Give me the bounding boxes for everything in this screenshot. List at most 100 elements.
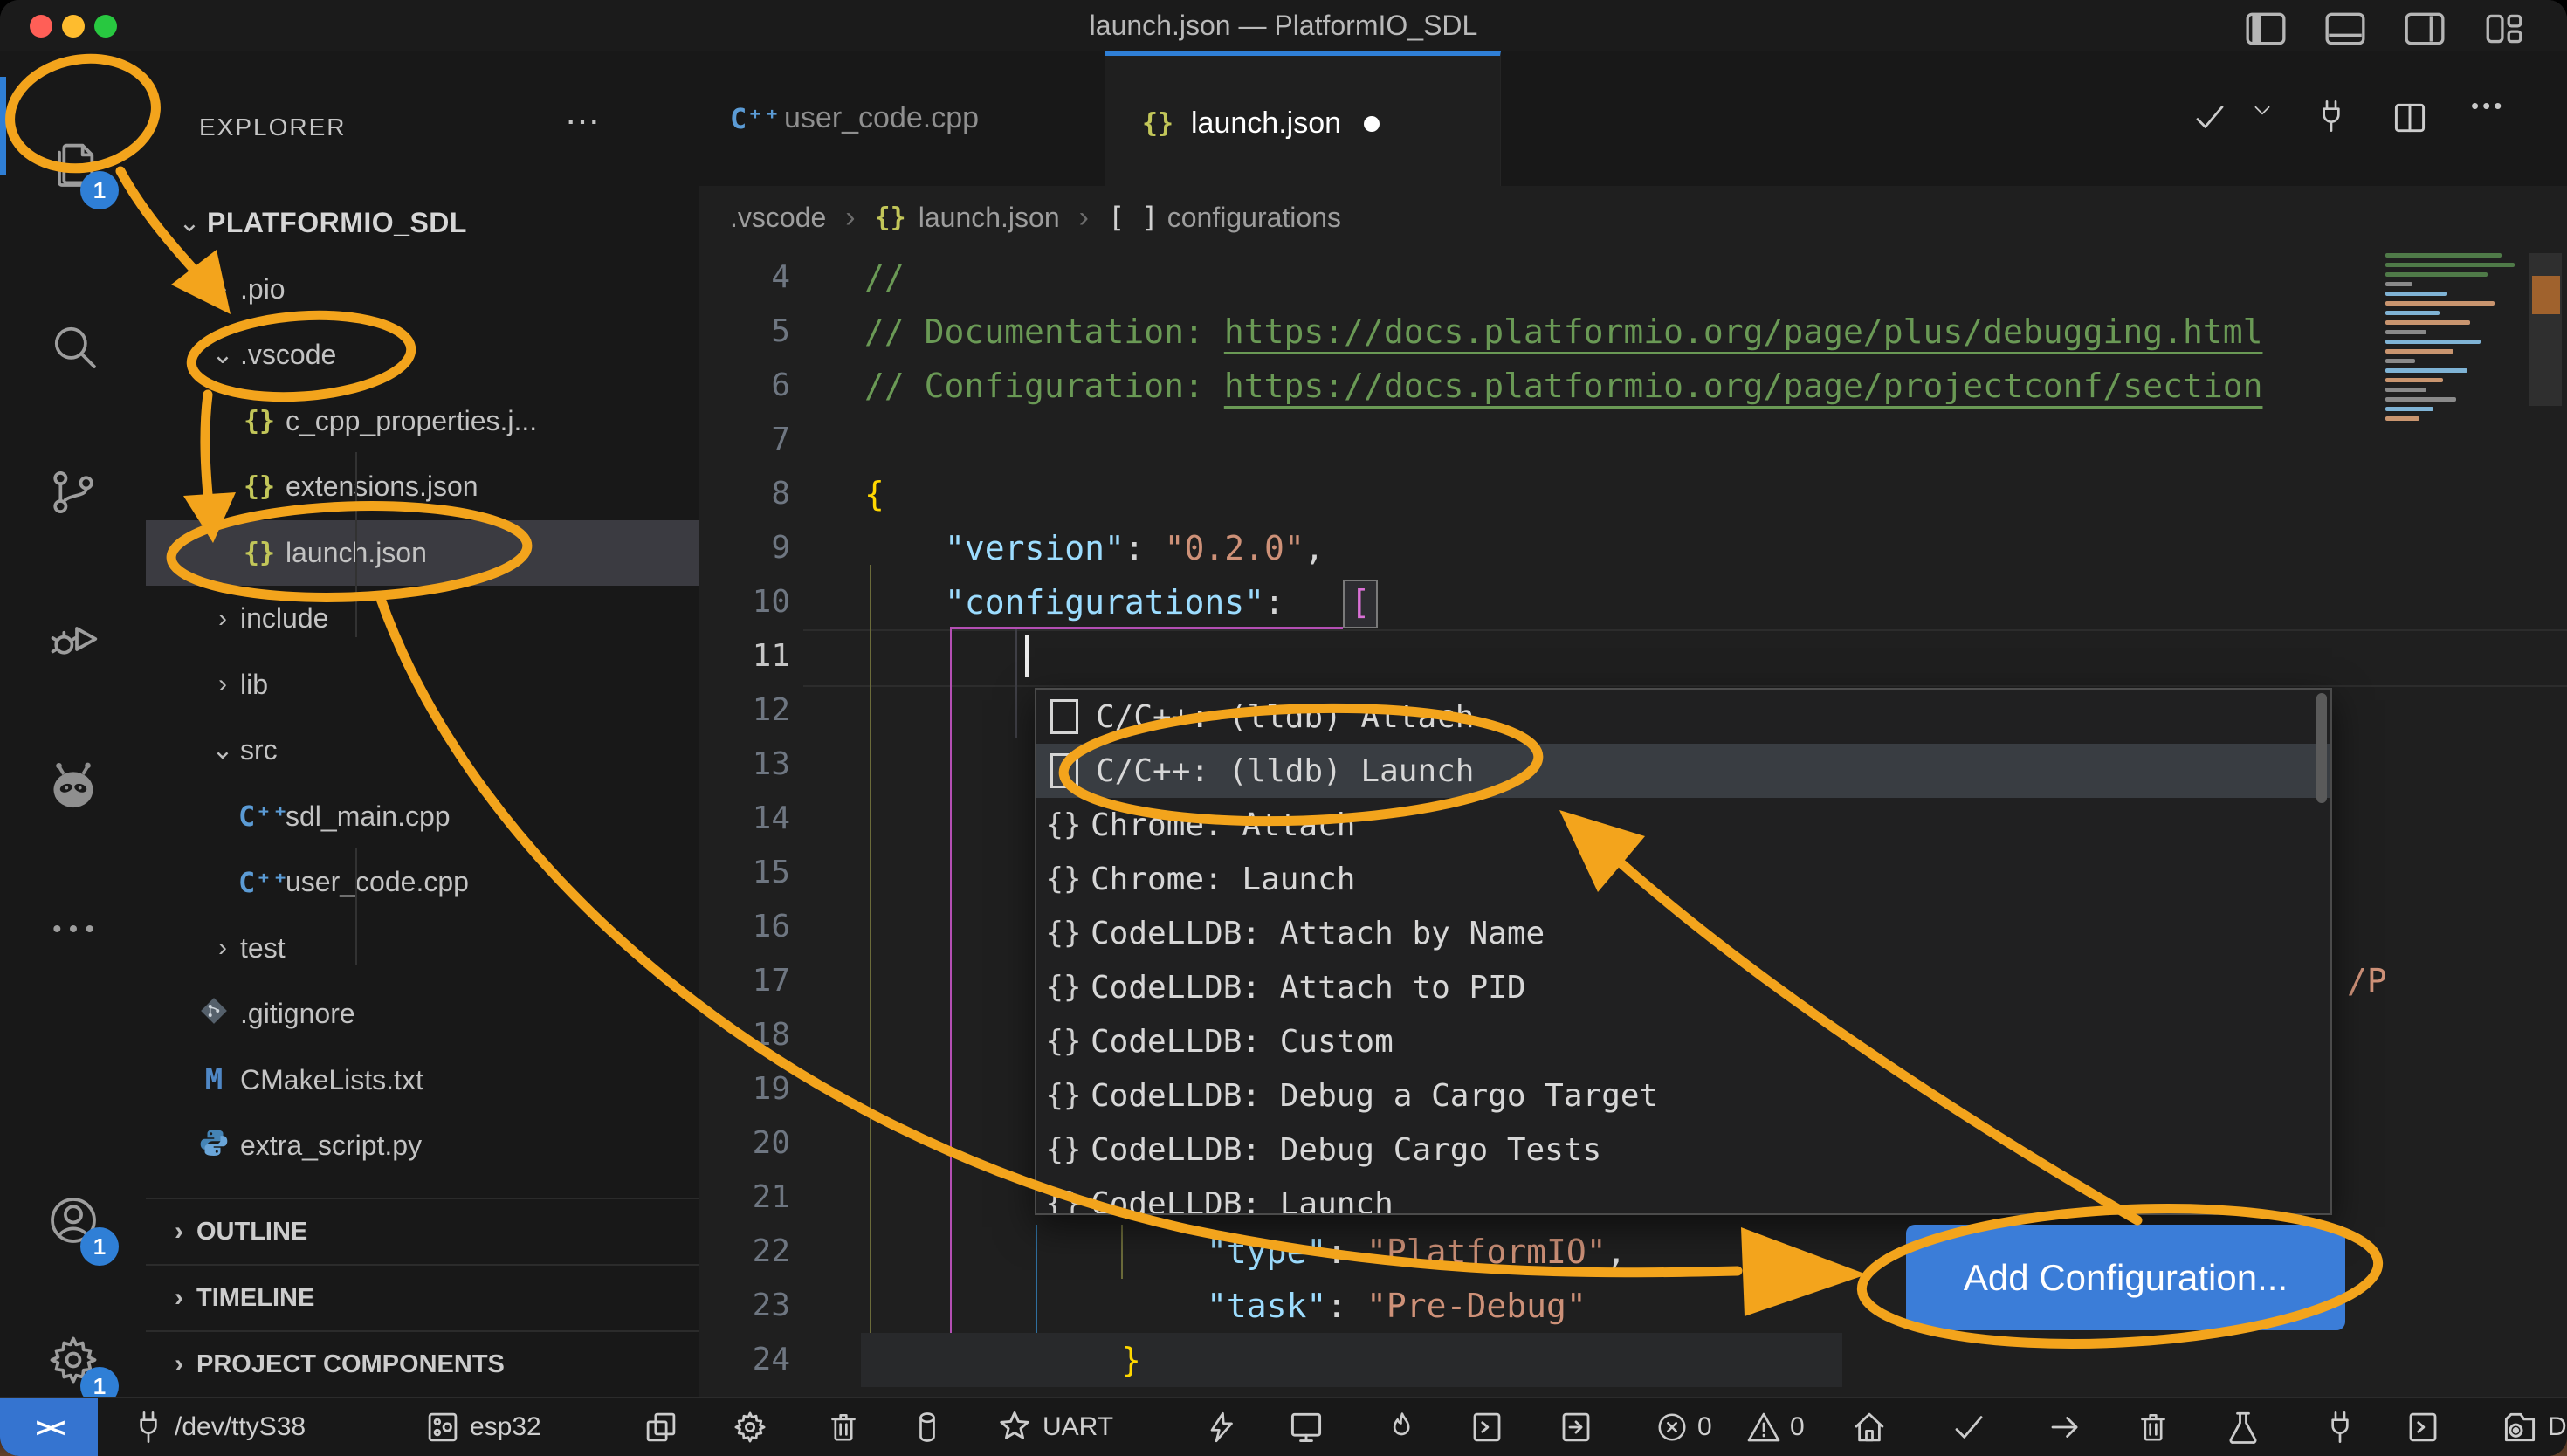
code-line-23: "task": "Pre-Debug"	[1207, 1279, 1586, 1333]
suggest-item-1[interactable]: C/C++: (lldb) Launch	[1036, 744, 2330, 798]
status-home[interactable]	[1851, 1398, 1888, 1456]
json-file-icon: {}	[238, 406, 280, 436]
tree-item-lib[interactable]: ›lib	[146, 652, 699, 718]
tree-item-label: test	[240, 932, 286, 965]
tree-item-label: include	[240, 602, 328, 635]
source-control-icon[interactable]	[24, 443, 122, 541]
split-editor-icon[interactable]	[2391, 99, 2429, 137]
status-plug--dev-ttys38[interactable]: /dev/ttyS38	[131, 1398, 306, 1456]
explorer-more-actions-icon[interactable]: ⋯	[565, 101, 600, 141]
breadcrumb-item[interactable]: configurations	[1167, 202, 1341, 234]
toggle-secondary-sidebar-icon[interactable]	[2403, 10, 2447, 45]
code-token: "configurations"	[945, 583, 1264, 622]
platformio-icon[interactable]	[24, 738, 122, 836]
modified-dot-icon[interactable]	[1364, 116, 1380, 132]
tab-launch-json[interactable]: {}launch.json	[1105, 51, 1501, 191]
more-icon[interactable]	[24, 880, 122, 978]
breadcrumb-item[interactable]: .vscode	[730, 202, 826, 234]
status-star-uart[interactable]: UART	[995, 1398, 1113, 1456]
status-trash[interactable]	[2136, 1398, 2171, 1456]
tree-item--vscode[interactable]: ⌄.vscode	[146, 322, 699, 388]
suggest-item-label: Chrome: Launch	[1091, 862, 1355, 897]
status-copy[interactable]	[643, 1398, 679, 1456]
suggest-item-2[interactable]: {}Chrome: Attach	[1036, 798, 2330, 852]
minimap[interactable]	[2385, 253, 2522, 428]
files-icon[interactable]: 1	[24, 115, 122, 213]
suggest-item-8[interactable]: {}CodeLLDB: Debug Cargo Tests	[1036, 1123, 2330, 1177]
suggest-scrollbar-thumb[interactable]	[2316, 693, 2327, 803]
tree-item-include[interactable]: ›include	[146, 586, 699, 651]
status-flask[interactable]	[2225, 1398, 2261, 1456]
plug-icon[interactable]	[2314, 99, 2349, 134]
suggest-item-0[interactable]: C/C++: (lldb) Attach	[1036, 690, 2330, 744]
code-token[interactable]: https://docs.platformio.org/page/project…	[1224, 367, 2263, 405]
cmake-file-icon: M	[193, 1062, 235, 1097]
status-gear[interactable]	[732, 1398, 768, 1456]
suggest-item-5[interactable]: {}CodeLLDB: Attach to PID	[1036, 960, 2330, 1014]
tree-item-cmakelists-txt[interactable]: MCMakeLists.txt	[146, 1047, 699, 1113]
add-configuration-button[interactable]: Add Configuration...	[1906, 1225, 2345, 1330]
code-token: "Pre-Debug"	[1366, 1287, 1586, 1325]
suggest-item-4[interactable]: {}CodeLLDB: Attach by Name	[1036, 906, 2330, 960]
toggle-sidebar-icon[interactable]	[2244, 10, 2288, 45]
suggest-item-label: C/C++: (lldb) Attach	[1096, 699, 1474, 735]
tree-item-label: .vscode	[240, 339, 336, 371]
section-timeline[interactable]: ›TIMELINE	[146, 1264, 699, 1330]
chevron-down-icon[interactable]	[2251, 99, 2274, 121]
status-plug[interactable]	[2323, 1398, 2357, 1456]
suggest-item-7[interactable]: {}CodeLLDB: Debug a Cargo Target	[1036, 1068, 2330, 1123]
suggest-widget: C/C++: (lldb) Attach C/C++: (lldb) Launch…	[1035, 688, 2332, 1215]
more-actions-icon[interactable]: •••	[2471, 93, 2505, 120]
tree-item-src[interactable]: ⌄src	[146, 718, 699, 783]
settings-gear-icon[interactable]: 1	[24, 1311, 122, 1409]
tab-label: launch.json	[1191, 106, 1341, 141]
account-icon[interactable]: 1	[24, 1171, 122, 1269]
tree-item-platformio-sdl[interactable]: ⌄PLATFORMIO_SDL	[146, 190, 699, 256]
tree-item-user-code-cpp[interactable]: C⁺⁺user_code.cpp	[146, 849, 699, 915]
run-debug-icon[interactable]	[24, 590, 122, 688]
tree-item--gitignore[interactable]: .gitignore	[146, 981, 699, 1047]
tree-item-extensions-json[interactable]: {}extensions.json	[146, 454, 699, 519]
suggest-item-3[interactable]: {}Chrome: Launch	[1036, 852, 2330, 906]
indent-guide	[1015, 629, 1017, 738]
status-board-esp32[interactable]: esp32	[424, 1398, 541, 1456]
chevron-right-icon: ›	[162, 1350, 196, 1379]
braces-icon: {}	[1043, 916, 1084, 951]
section-outline[interactable]: ›OUTLINE	[146, 1198, 699, 1264]
status-cylinder[interactable]	[910, 1398, 945, 1456]
remote-indicator[interactable]: ><	[0, 1398, 98, 1456]
tree-item-launch-json[interactable]: {}launch.json	[146, 520, 699, 586]
status-monitor[interactable]	[1287, 1398, 1325, 1456]
json-file-icon: {}	[238, 538, 280, 568]
tree-item-sdl-main-cpp[interactable]: C⁺⁺sdl_main.cpp	[146, 784, 699, 849]
status-bolt[interactable]	[1203, 1398, 1238, 1456]
tree-item-extra-script-py[interactable]: extra_script.py	[146, 1113, 699, 1178]
status-check[interactable]	[1951, 1398, 1987, 1456]
status-envfolder-d[interactable]: D	[2501, 1398, 2567, 1456]
suggest-item-9[interactable]: {}CodeLLDB: Launch	[1036, 1177, 2330, 1215]
status-terminal[interactable]	[2405, 1398, 2441, 1456]
section-project-components[interactable]: ›PROJECT COMPONENTS	[146, 1330, 699, 1397]
customize-layout-icon[interactable]	[2482, 10, 2526, 45]
code-token[interactable]: https://docs.platformio.org/page/plus/de…	[1224, 312, 2263, 351]
status-arrow[interactable]	[2047, 1398, 2083, 1456]
breadcrumb[interactable]: .vscode›{}launch.json›[ ]configurations	[699, 186, 2567, 249]
status-flame[interactable]	[1385, 1398, 1420, 1456]
status-warning-0[interactable]: 0	[1746, 1398, 1805, 1456]
tree-item--pio[interactable]: ›.pio	[146, 257, 699, 322]
breadcrumb-item[interactable]: launch.json	[919, 202, 1060, 234]
tree-item-test[interactable]: ›test	[146, 916, 699, 981]
tree-item-c-cpp-properties-j-[interactable]: {}c_cpp_properties.j...	[146, 388, 699, 454]
run-check-icon[interactable]	[2192, 99, 2228, 135]
suggest-item-6[interactable]: {}CodeLLDB: Custom	[1036, 1014, 2330, 1068]
search-icon[interactable]	[24, 297, 122, 395]
tab-user-code-cpp[interactable]: C⁺⁺user_code.cpp	[699, 51, 1106, 186]
code-token: ,	[1304, 529, 1325, 567]
code-token: :	[1326, 1233, 1366, 1271]
code-line-5: // Documentation: https://docs.platformi…	[864, 305, 2262, 359]
toggle-panel-icon[interactable]	[2323, 10, 2367, 45]
status-terminal[interactable]	[1469, 1398, 1505, 1456]
status-upload[interactable]	[1558, 1398, 1594, 1456]
status-trash[interactable]	[826, 1398, 861, 1456]
status-error-0[interactable]: 0	[1655, 1398, 1712, 1456]
